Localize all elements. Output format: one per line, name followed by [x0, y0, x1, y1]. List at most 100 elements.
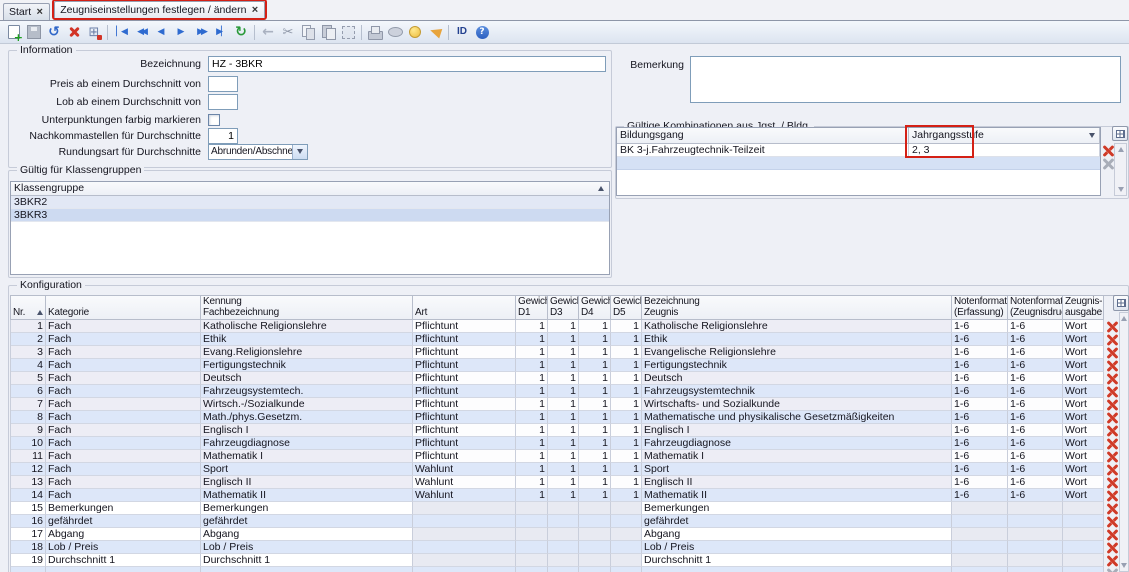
cell-notenformat-erfassung[interactable]: 1-6: [952, 385, 1008, 398]
delete-row-icon[interactable]: [1106, 321, 1118, 333]
cell-art[interactable]: [413, 502, 516, 515]
cell-nr[interactable]: 8: [11, 411, 46, 424]
cell-zeugnisausgabe[interactable]: Wort: [1063, 398, 1104, 411]
cell-nr[interactable]: 17: [11, 528, 46, 541]
cell-gewicht-d5[interactable]: 1: [611, 437, 642, 450]
column-bildungsgang[interactable]: Bildungsgang: [617, 128, 909, 144]
cell-zeugnisausgabe[interactable]: [1063, 554, 1104, 567]
column-klassengruppe[interactable]: Klassengruppe: [11, 182, 609, 196]
cell-gewicht-d4[interactable]: [579, 502, 611, 515]
cell-bezeichnung-zeugnis[interactable]: gefährdet: [642, 515, 952, 528]
cell-gewicht-d5[interactable]: [611, 567, 642, 572]
help-icon[interactable]: [472, 22, 492, 42]
cell-art[interactable]: Wahlunt: [413, 476, 516, 489]
cell-notenformat-zeugnisdruck[interactable]: 1-6: [1008, 463, 1063, 476]
cell-notenformat-zeugnisdruck[interactable]: 1-6: [1008, 372, 1063, 385]
scroll-up-icon[interactable]: [1115, 147, 1126, 152]
cell-zeugnisausgabe[interactable]: [1063, 567, 1104, 572]
cell-kategorie[interactable]: Fach: [46, 476, 201, 489]
cell-gewicht-d3[interactable]: 1: [548, 463, 579, 476]
cell-gewicht-d1[interactable]: 1: [516, 437, 548, 450]
cell-gewicht-d3[interactable]: [548, 554, 579, 567]
cell-bezeichnung-zeugnis[interactable]: Fahrzeugdiagnose: [642, 437, 952, 450]
delete-row-icon[interactable]: [1106, 490, 1118, 502]
cell-kategorie[interactable]: Fach: [46, 346, 201, 359]
preview-icon[interactable]: [385, 22, 405, 42]
delete-icon[interactable]: [64, 22, 84, 42]
delete-row-icon[interactable]: [1106, 399, 1118, 411]
cell-notenformat-erfassung[interactable]: 1-6: [952, 320, 1008, 333]
prev-icon[interactable]: [151, 22, 171, 42]
cell-nr[interactable]: 4: [11, 359, 46, 372]
cell-gewicht-d4[interactable]: 1: [579, 398, 611, 411]
cell-kennung[interactable]: Fahrzeugsystemtech.: [201, 385, 413, 398]
delete-row-icon[interactable]: [1106, 516, 1118, 528]
cell-bezeichnung-zeugnis[interactable]: Fertigungstechnik: [642, 359, 952, 372]
cell-gewicht-d5[interactable]: 1: [611, 476, 642, 489]
cell-gewicht-d3[interactable]: [548, 567, 579, 572]
cut-icon[interactable]: [278, 22, 298, 42]
cell-notenformat-erfassung[interactable]: 1-6: [952, 437, 1008, 450]
cell-kategorie[interactable]: Fach: [46, 450, 201, 463]
cell-kennung[interactable]: Math./phys.Gesetzm.: [201, 411, 413, 424]
cell-zeugnisausgabe[interactable]: Wort: [1063, 463, 1104, 476]
cell-gewicht-d3[interactable]: 1: [548, 320, 579, 333]
cell-zeugnisausgabe[interactable]: Wort: [1063, 411, 1104, 424]
scroll-up-icon[interactable]: [1120, 316, 1128, 321]
cell-gewicht-d1[interactable]: 1: [516, 346, 548, 359]
cell-gewicht-d1[interactable]: [516, 528, 548, 541]
klassengruppe-item[interactable]: 3BKR2: [11, 196, 609, 209]
cell-gewicht-d3[interactable]: 1: [548, 411, 579, 424]
cell-gewicht-d5[interactable]: 1: [611, 372, 642, 385]
cell-nr[interactable]: 18: [11, 541, 46, 554]
konfig-row-16[interactable]: 16gefährdetgefährdetgefährdet: [11, 515, 1120, 528]
cell-bezeichnung-zeugnis[interactable]: Evangelische Religionslehre: [642, 346, 952, 359]
cell-bezeichnung-zeugnis[interactable]: Sport: [642, 463, 952, 476]
cell-nr[interactable]: 2: [11, 333, 46, 346]
cell-kennung[interactable]: Lob / Preis: [201, 541, 413, 554]
cell-nr[interactable]: 7: [11, 398, 46, 411]
cell-bezeichnung-zeugnis[interactable]: Wirtschafts- und Sozialkunde: [642, 398, 952, 411]
cell-notenformat-zeugnisdruck[interactable]: 1-6: [1008, 320, 1063, 333]
cell-kategorie[interactable]: Fach: [46, 359, 201, 372]
cell-notenformat-zeugnisdruck[interactable]: 1-6: [1008, 346, 1063, 359]
delete-row-icon[interactable]: [1106, 412, 1118, 424]
cell-kategorie[interactable]: Durchschnitt 1: [46, 554, 201, 567]
cell-bezeichnung-zeugnis[interactable]: Lob / Preis: [642, 541, 952, 554]
cell-art[interactable]: Pflichtunt: [413, 450, 516, 463]
undo-icon[interactable]: [44, 22, 64, 42]
bezeichnung-input[interactable]: [208, 56, 606, 72]
cell-notenformat-erfassung[interactable]: 1-6: [952, 346, 1008, 359]
cell-zeugnisausgabe[interactable]: Wort: [1063, 385, 1104, 398]
cell-notenformat-erfassung[interactable]: [952, 567, 1008, 572]
delete-row-icon[interactable]: [1106, 425, 1118, 437]
cell-nr[interactable]: 19: [11, 554, 46, 567]
konfig-column-kategorie[interactable]: Kategorie: [46, 296, 201, 320]
cell-art[interactable]: Pflichtunt: [413, 372, 516, 385]
cell-gewicht-d3[interactable]: 1: [548, 437, 579, 450]
cell-kennung[interactable]: Durchschnitt 1: [201, 554, 413, 567]
cell-gewicht-d5[interactable]: [611, 515, 642, 528]
cell-gewicht-d3[interactable]: [548, 528, 579, 541]
cell-gewicht-d1[interactable]: 1: [516, 385, 548, 398]
next-icon[interactable]: [171, 22, 191, 42]
cell-gewicht-d4[interactable]: 1: [579, 372, 611, 385]
cell-notenformat-erfassung[interactable]: [952, 554, 1008, 567]
tab-close-icon[interactable]: [250, 5, 259, 16]
refresh-icon[interactable]: [231, 22, 251, 42]
cell-gewicht-d4[interactable]: 1: [579, 385, 611, 398]
cell-gewicht-d1[interactable]: [516, 567, 548, 572]
delete-row-icon[interactable]: [1106, 334, 1118, 346]
save-icon[interactable]: [24, 22, 44, 42]
first-record-icon[interactable]: [111, 22, 131, 42]
cell-gewicht-d4[interactable]: 1: [579, 476, 611, 489]
cell-zeugnisausgabe[interactable]: Wort: [1063, 346, 1104, 359]
konfig-row-6[interactable]: 6FachFahrzeugsystemtech.Pflichtunt1111Fa…: [11, 385, 1120, 398]
print-icon[interactable]: [365, 22, 385, 42]
cell-zeugnisausgabe[interactable]: Wort: [1063, 372, 1104, 385]
konfig-row-13[interactable]: 13FachEnglisch IIWahlunt1111Englisch II1…: [11, 476, 1120, 489]
cell-gewicht-d3[interactable]: 1: [548, 424, 579, 437]
cell-kategorie[interactable]: Fach: [46, 398, 201, 411]
konfig-row-5[interactable]: 5FachDeutschPflichtunt1111Deutsch1-61-6W…: [11, 372, 1120, 385]
edit-form-icon[interactable]: [84, 22, 104, 42]
